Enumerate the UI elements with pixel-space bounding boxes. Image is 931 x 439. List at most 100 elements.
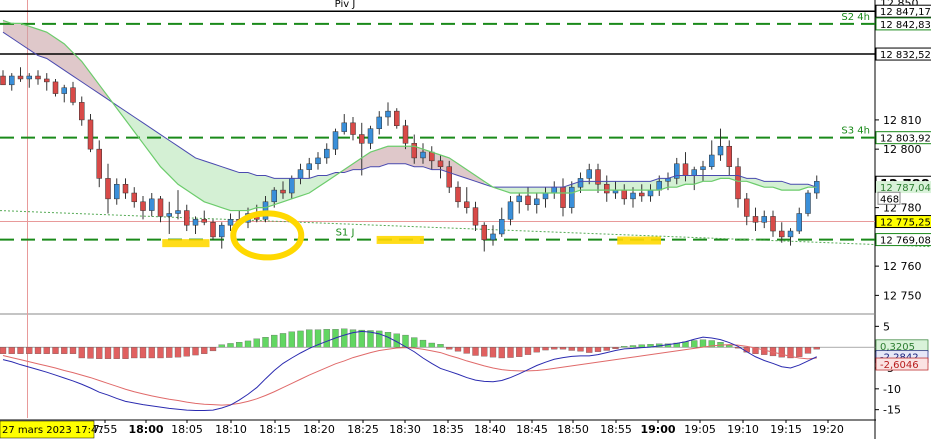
macd-bar [411,337,418,348]
time-tick-label: 19:15 [770,423,802,436]
candle-body [717,145,724,156]
macd-bar [323,329,330,348]
candle-body [341,122,347,132]
macd-bar [472,347,479,356]
candle-body [560,186,566,208]
macd-bar [796,347,803,357]
time-tick-label: 7:55 [93,423,118,436]
candle-body [122,183,129,194]
candle [717,128,724,161]
candle [17,67,24,82]
candle-body [770,216,776,232]
candle-body [192,219,199,226]
candle [201,210,207,226]
candle [560,178,566,217]
candle-body [0,75,6,86]
trendline-dotted [0,210,931,248]
macd-bar [61,347,68,354]
macd-bar [69,347,77,354]
candle-body [507,201,514,220]
candle-body [420,151,426,159]
candle-body [315,157,321,165]
candle-body [604,183,610,194]
price-badge-label: 12 775,25 [880,218,931,229]
candle-body [271,189,277,203]
macd-tick-label: -15 [883,404,901,417]
macd-bar [384,332,392,348]
candle-body [472,207,479,226]
candle-body [516,195,522,203]
macd-bar [271,334,278,348]
candle-body [306,163,312,170]
time-tick-label: 18:25 [347,423,379,436]
candle-body [17,75,24,80]
macd-bar [559,347,567,350]
candle-body [796,213,802,232]
candle [796,207,802,234]
candle-body [499,219,505,235]
candle [367,125,374,150]
candle [96,140,102,188]
candle-body [105,178,111,200]
macd-bar [551,347,558,350]
candle-body [455,186,461,203]
candle-body [184,210,190,226]
macd-bar [0,347,7,354]
candle [79,96,85,126]
macd-bar [43,347,50,354]
time-tick-label: 18:05 [171,423,203,436]
macd-bar [166,347,173,358]
macd-bar [157,347,164,359]
macd-bar [192,347,199,356]
candle [184,204,190,232]
time-axis[interactable]: 27 mars 2023 17:477:55 18:00 18:05 18:10 18:… [0,420,844,439]
candle-body [35,75,41,80]
candle-body [691,169,697,176]
macd-bar [691,340,698,348]
candle [735,157,741,208]
time-tick-label: 18:00 [128,423,163,436]
price-tick-label: 12 760 [883,260,922,273]
candle-body [44,78,50,83]
time-tick-label: 18:20 [303,423,335,436]
candle-body [166,213,172,217]
price-badge-label: 12 803,92 [880,134,931,145]
macd-bar [481,347,488,357]
gridlines [0,0,876,439]
macd-bar [358,329,365,348]
price-tick-label: 12 800 [883,143,922,156]
price-badge-label: 12 832,52 [880,50,931,61]
candle-body [437,160,444,167]
macd-bar [262,337,269,348]
time-tick-label: 19:10 [727,423,759,436]
candle [210,219,216,240]
time-tick-label: 18:30 [389,423,421,436]
candle-body [481,224,487,241]
time-tick-label: 18:45 [516,423,548,436]
candle [516,193,522,214]
macd-bar [244,340,252,348]
highlight-underline-3 [617,236,661,245]
candle-body [79,102,85,121]
candle-body [87,119,94,150]
candle [761,210,767,229]
macd-bar [297,330,304,348]
time-tick-label: 18:10 [215,423,247,436]
candle-body [569,186,575,208]
macd-bar [236,342,243,348]
candle-body [490,233,496,241]
candlestick-chart[interactable]: Piv JS2 4hS3 4hS1 J 12 81012 80012 78012… [0,0,931,439]
macd-bar [52,347,59,354]
macd-bar [279,333,287,348]
macd-bar [437,344,444,348]
macd-bar [446,347,453,350]
macd-panel[interactable] [0,328,876,411]
candle [770,210,776,237]
candle-body [787,230,794,238]
start-time-label: 27 mars 2023 17:47 [2,425,104,436]
candle [499,207,505,237]
candle-body [709,154,715,167]
candle-body [394,110,400,127]
macd-bar [131,347,138,359]
price-axis[interactable]: 12 81012 80012 78012 76012 75012 85012 8… [875,0,931,417]
